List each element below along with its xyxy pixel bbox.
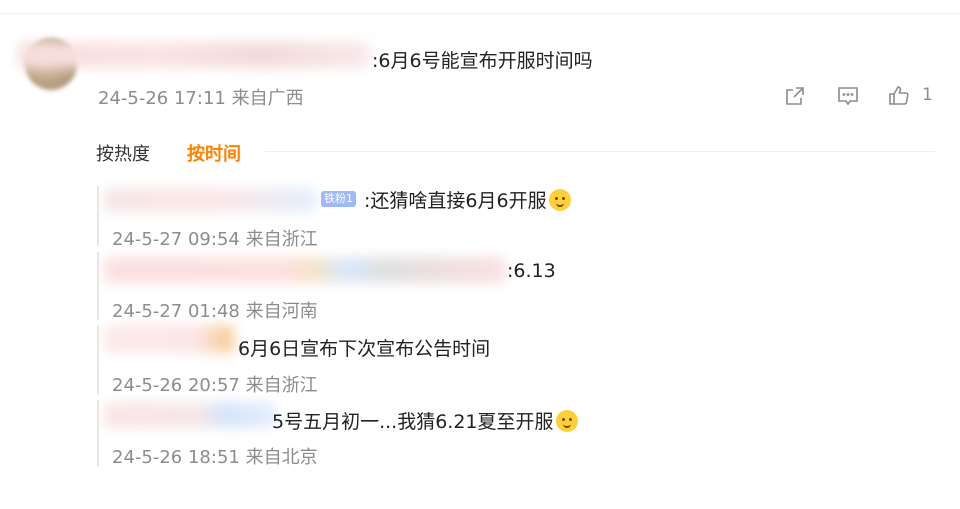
reply-timestamp: 24-5-26 18:51 来自北京 (112, 447, 318, 468)
fan-badge: 铁粉1 (321, 191, 356, 207)
reply-thread-line (97, 186, 99, 246)
reply-username-redacted[interactable] (104, 325, 234, 353)
like-icon[interactable] (888, 85, 909, 105)
reply-username-redacted[interactable] (104, 402, 276, 428)
reply-thread-line (97, 400, 99, 466)
reply-timestamp: 24-5-27 09:54 来自浙江 (112, 229, 318, 250)
reply-thread-line (97, 326, 99, 394)
reply-thread-line (97, 252, 99, 320)
laugh-emoji-icon (555, 410, 578, 432)
reply-username-redacted[interactable] (104, 188, 316, 212)
username-redacted[interactable] (18, 42, 370, 68)
reply-username-redacted[interactable] (104, 257, 506, 283)
tab-sort-time[interactable]: 按时间 (187, 140, 241, 166)
like-count: 1 (922, 85, 933, 105)
comment-timestamp: 24-5-26 17:11 来自广西 (98, 88, 304, 109)
tab-sort-hot[interactable]: 按热度 (96, 140, 150, 166)
sort-divider (265, 151, 935, 152)
top-divider (0, 13, 960, 14)
reply-text-content: :还猜啥直接6月6开服 (364, 190, 547, 212)
reply-text: :还猜啥直接6月6开服 (364, 186, 571, 213)
reply-timestamp: 24-5-26 20:57 来自浙江 (112, 375, 318, 396)
doge-emoji-icon (548, 189, 571, 211)
share-icon[interactable] (785, 86, 805, 106)
reply-text: 6月6日宣布下次宣布公告时间 (238, 338, 491, 360)
comment-icon[interactable] (837, 86, 858, 106)
reply-text: 5号五月初一...我猜6.21夏至开服 (272, 407, 578, 434)
comment-text: :6月6号能宣布开服时间吗 (372, 50, 593, 72)
reply-text-content: 5号五月初一...我猜6.21夏至开服 (272, 411, 554, 433)
reply-timestamp: 24-5-27 01:48 来自河南 (112, 301, 318, 322)
reply-text: :6.13 (507, 260, 556, 282)
